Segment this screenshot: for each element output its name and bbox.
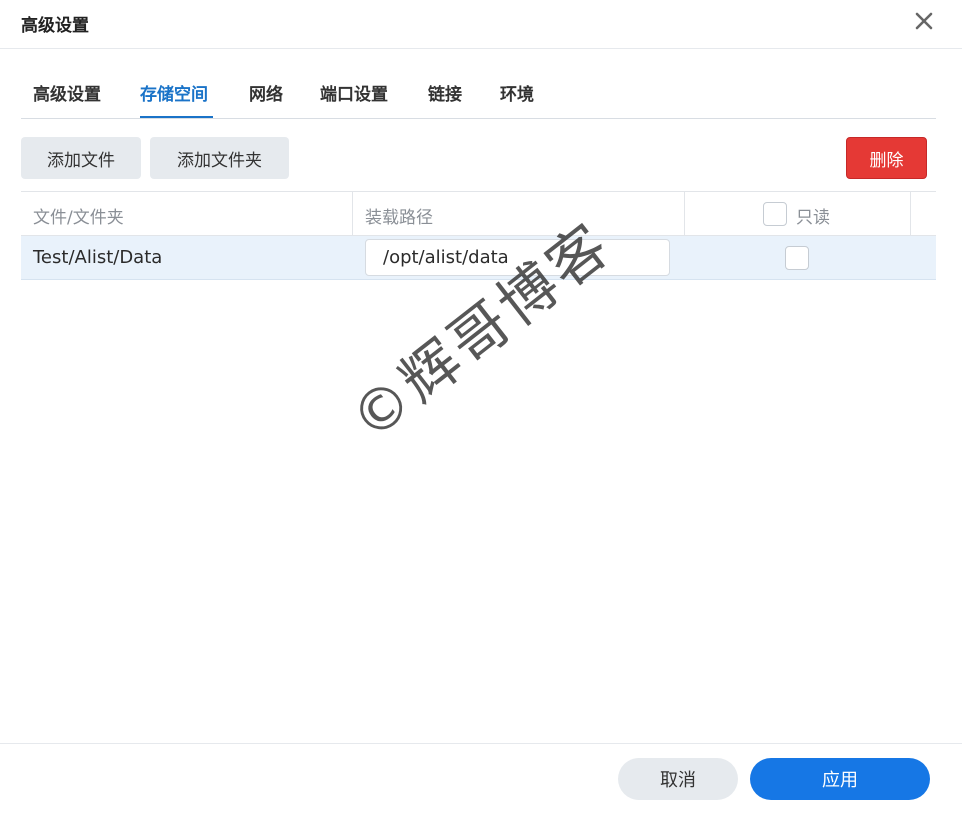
table-row[interactable]: Test/Alist/Data /opt/alist/data <box>21 236 936 280</box>
tab-port-settings[interactable]: 端口设置 <box>320 80 388 105</box>
tab-environment[interactable]: 环境 <box>500 80 534 105</box>
folder-cell: Test/Alist/Data <box>33 247 163 268</box>
cancel-button[interactable]: 取消 <box>618 758 738 800</box>
column-header-mount-path[interactable]: 装载路径 <box>365 203 433 228</box>
readonly-checkbox[interactable] <box>785 246 809 270</box>
tab-network[interactable]: 网络 <box>249 80 283 105</box>
apply-button[interactable]: 应用 <box>750 758 930 800</box>
column-divider[interactable] <box>910 192 911 235</box>
tab-storage[interactable]: 存储空间 <box>140 80 208 105</box>
column-header-folder[interactable]: 文件/文件夹 <box>33 203 124 228</box>
dialog-title: 高级设置 <box>21 16 89 36</box>
tab-bar: 高级设置 存储空间 网络 端口设置 链接 环境 <box>21 76 936 119</box>
column-divider[interactable] <box>352 192 353 235</box>
delete-button[interactable]: 删除 <box>846 137 927 179</box>
add-folder-button[interactable]: 添加文件夹 <box>150 137 289 179</box>
mount-path-input[interactable]: /opt/alist/data <box>365 239 670 276</box>
column-header-readonly[interactable]: 只读 <box>796 203 830 228</box>
mount-table: 文件/文件夹 装载路径 只读 Test/Alist/Data /opt/alis… <box>21 191 936 280</box>
active-tab-indicator <box>140 116 213 118</box>
readonly-select-all-checkbox[interactable] <box>763 202 787 226</box>
add-file-button[interactable]: 添加文件 <box>21 137 141 179</box>
tab-advanced-settings[interactable]: 高级设置 <box>33 80 101 105</box>
close-icon[interactable] <box>912 9 936 33</box>
dialog-titlebar: 高级设置 <box>0 0 962 49</box>
column-divider[interactable] <box>684 192 685 235</box>
dialog-footer: 取消 应用 <box>0 743 962 814</box>
table-header: 文件/文件夹 装载路径 只读 <box>21 191 936 236</box>
tab-links[interactable]: 链接 <box>428 80 462 105</box>
